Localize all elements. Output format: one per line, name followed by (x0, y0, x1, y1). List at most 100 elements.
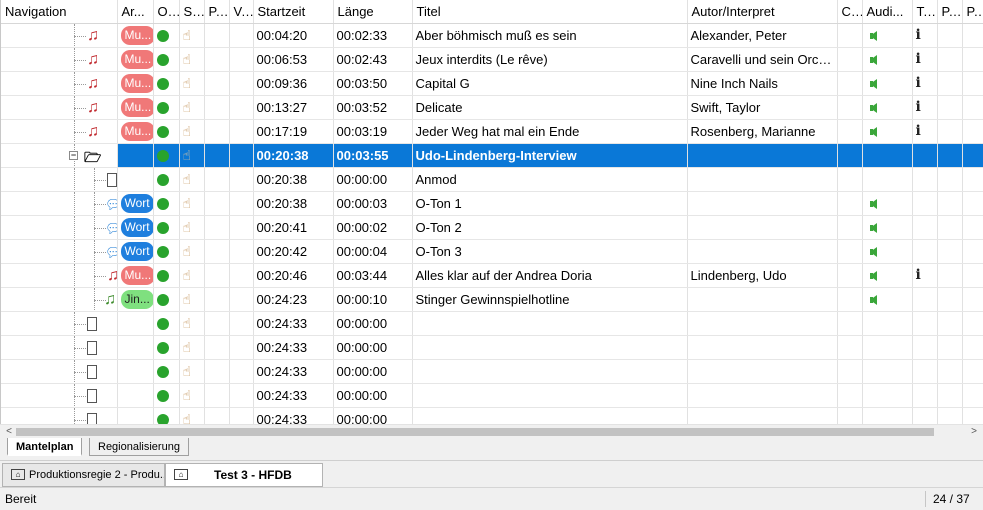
column-header-laenge[interactable]: Länge (333, 0, 413, 24)
tab-regionalisierung[interactable]: Regionalisierung (89, 438, 189, 456)
nav-cell[interactable] (1, 311, 118, 336)
table-row[interactable]: ☝ 00:24:33 00:00:00 (1, 407, 983, 424)
info-icon[interactable]: i (916, 99, 921, 115)
info-icon[interactable]: i (916, 51, 921, 67)
info-icon[interactable]: i (916, 267, 921, 283)
hand-pointer-icon[interactable]: ☝ (183, 267, 192, 284)
info-icon[interactable]: i (916, 123, 921, 139)
nav-cell[interactable]: − 🗁 (1, 143, 118, 168)
scroll-left-arrow-icon[interactable]: < (2, 425, 16, 439)
hand-cell[interactable]: ☝ (179, 407, 205, 424)
doc-tab-produktionsregie[interactable]: ⌂ Produktionsregie 2 - Produ... (2, 463, 165, 487)
hand-cell[interactable]: ☝ (179, 71, 205, 96)
nav-cell[interactable] (1, 359, 118, 384)
table-row[interactable]: ♫ Mu... ☝ 00:09:36 00:03:50 Capital G Nine Inc… (1, 71, 983, 96)
doc-tab-test3[interactable]: ⌂ Test 3 - HFDB (165, 463, 323, 487)
info-icon[interactable]: i (916, 27, 921, 43)
hand-pointer-icon[interactable]: ☝ (183, 147, 192, 164)
hand-cell[interactable]: ☝ (179, 359, 205, 384)
titel-cell[interactable] (412, 407, 688, 424)
hand-pointer-icon[interactable]: ☝ (183, 171, 192, 188)
titel-cell[interactable]: Udo-Lindenberg-Interview (412, 143, 688, 168)
titel-cell[interactable]: Anmod (412, 167, 688, 192)
nav-cell[interactable]: ♫ (1, 263, 118, 288)
hand-pointer-icon[interactable]: ☝ (183, 291, 192, 308)
nav-cell[interactable]: ♫ (1, 47, 118, 72)
hand-cell[interactable]: ☝ (179, 287, 205, 312)
column-header-s[interactable]: S... (179, 0, 205, 24)
column-header-p2[interactable]: P... (937, 0, 963, 24)
titel-cell[interactable]: Jeux interdits (Le rêve) (412, 47, 688, 72)
titel-cell[interactable] (412, 311, 688, 336)
hand-cell[interactable]: ☝ (179, 47, 205, 72)
titel-cell[interactable] (412, 359, 688, 384)
table-row[interactable]: − 🗁 ☝ 00:20:38 00:03:55 Udo-Lindenberg-Interv… (1, 143, 983, 168)
table-row[interactable]: ☝ 00:24:33 00:00:00 (1, 335, 983, 360)
hand-cell[interactable]: ☝ (179, 335, 205, 360)
column-header-art[interactable]: Ar... (117, 0, 154, 24)
table-row[interactable]: 💬︎Wort ☝ 00:20:3800:00:03O-Ton 1 (1, 191, 983, 216)
titel-cell[interactable]: O-Ton 2 (412, 215, 688, 240)
hand-pointer-icon[interactable]: ☝ (183, 99, 192, 116)
nav-cell[interactable]: ♫ (1, 119, 118, 144)
horizontal-scrollbar[interactable]: < > (0, 424, 983, 438)
table-row[interactable]: ♫ Mu... ☝ 00:17:19 00:03:19 Jeder Weg hat mal… (1, 119, 983, 144)
titel-cell[interactable]: Capital G (412, 71, 688, 96)
table-row[interactable]: ☝ 00:24:33 00:00:00 (1, 359, 983, 384)
hand-cell[interactable]: ☝ (179, 191, 205, 216)
titel-cell[interactable]: Stinger Gewinnspielhotline (412, 287, 688, 312)
column-header-titel[interactable]: Titel (412, 0, 688, 24)
hand-pointer-icon[interactable]: ☝ (183, 243, 192, 260)
nav-cell[interactable] (1, 167, 118, 192)
hand-cell[interactable]: ☝ (179, 215, 205, 240)
nav-cell[interactable]: 💬︎ (1, 215, 118, 240)
hand-pointer-icon[interactable]: ☝ (183, 27, 192, 44)
nav-cell[interactable]: ♫ (1, 95, 118, 120)
column-header-audio[interactable]: Audi... (862, 0, 913, 24)
hand-pointer-icon[interactable]: ☝ (183, 195, 192, 212)
table-row[interactable]: ☝ 00:20:38 00:00:00 Anmod (1, 167, 983, 192)
info-icon[interactable]: i (916, 75, 921, 91)
table-row[interactable]: ♫ Jin... ☝ 00:24:23 00:00:10 Stinger Gewinnsp… (1, 287, 983, 312)
table-row[interactable]: ♫ Mu... ☝ 00:13:27 00:03:52 Delicate Swift, Ta… (1, 95, 983, 120)
titel-cell[interactable]: O-Ton 3 (412, 239, 688, 264)
column-header-c[interactable]: C... (837, 0, 863, 24)
hand-cell[interactable]: ☝ (179, 239, 205, 264)
hand-cell[interactable]: ☝ (179, 119, 205, 144)
hand-cell[interactable]: ☝ (179, 95, 205, 120)
table-row[interactable]: ☝ 00:24:33 00:00:00 (1, 383, 983, 408)
table-row[interactable]: 💬︎Wort ☝ 00:20:4100:00:02O-Ton 2 (1, 215, 983, 240)
hand-cell[interactable]: ☝ (179, 263, 205, 288)
nav-cell[interactable]: ♫ (1, 71, 118, 96)
column-header-t[interactable]: T... (912, 0, 938, 24)
hand-pointer-icon[interactable]: ☝ (183, 123, 192, 140)
collapse-toggle-icon[interactable]: − (69, 150, 78, 160)
hand-cell[interactable]: ☝ (179, 311, 205, 336)
titel-cell[interactable]: Delicate (412, 95, 688, 120)
titel-cell[interactable]: Jeder Weg hat mal ein Ende (412, 119, 688, 144)
titel-cell[interactable]: Aber böhmisch muß es sein (412, 23, 688, 48)
hand-cell[interactable]: ☝ (179, 383, 205, 408)
tab-mantelplan[interactable]: Mantelplan (7, 438, 83, 456)
scrollbar-thumb[interactable] (16, 428, 934, 436)
hand-pointer-icon[interactable]: ☝ (183, 75, 192, 92)
nav-cell[interactable] (1, 383, 118, 408)
nav-cell[interactable]: 💬︎ (1, 239, 118, 264)
hand-pointer-icon[interactable]: ☝ (183, 411, 192, 424)
hand-pointer-icon[interactable]: ☝ (183, 339, 192, 356)
table-row[interactable]: ☝ 00:24:33 00:00:00 (1, 311, 983, 336)
hand-pointer-icon[interactable]: ☝ (183, 363, 192, 380)
column-header-p3[interactable]: P... (962, 0, 983, 24)
hand-cell[interactable]: ☝ (179, 143, 205, 168)
titel-cell[interactable] (412, 383, 688, 408)
hand-pointer-icon[interactable]: ☝ (183, 315, 192, 332)
column-header-p1[interactable]: P... (204, 0, 230, 24)
hand-pointer-icon[interactable]: ☝ (183, 219, 192, 236)
column-header-v[interactable]: V... (229, 0, 254, 24)
nav-cell[interactable]: ♫ (1, 23, 118, 48)
table-row[interactable]: ♫Mu... ☝ 00:20:4600:03:44Alles klar auf de… (1, 263, 983, 288)
nav-cell[interactable] (1, 407, 118, 424)
nav-cell[interactable] (1, 335, 118, 360)
titel-cell[interactable]: Alles klar auf der Andrea Doria (412, 263, 688, 288)
table-row[interactable]: 💬︎Wort ☝ 00:20:4200:00:04O-Ton 3 (1, 239, 983, 264)
